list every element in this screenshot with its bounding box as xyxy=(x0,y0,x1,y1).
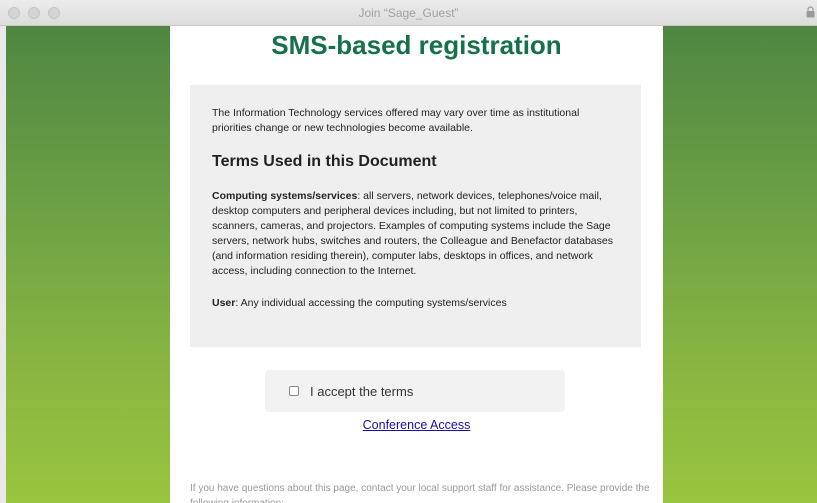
definition-term: Computing systems/services xyxy=(212,190,358,202)
accept-terms-row[interactable]: I accept the terms xyxy=(265,370,565,412)
conference-access-link[interactable]: Conference Access xyxy=(170,418,663,432)
definition-computing-systems: Computing systems/services: all servers,… xyxy=(212,189,619,279)
left-edge xyxy=(0,26,6,503)
footer-help-text: If you have questions about this page, c… xyxy=(190,483,650,503)
page-title: SMS-based registration xyxy=(271,30,562,60)
window-title: Join “Sage_Guest” xyxy=(358,6,459,20)
definition-text: : all servers, network devices, telephon… xyxy=(212,190,613,277)
definition-term: User xyxy=(212,297,236,309)
accept-terms-checkbox[interactable] xyxy=(289,386,299,396)
lock-icon xyxy=(806,6,815,18)
accept-terms-label[interactable]: I accept the terms xyxy=(310,384,413,399)
terms-box: The Information Technology services offe… xyxy=(190,85,641,347)
definition-user: User: Any individual accessing the compu… xyxy=(212,296,619,311)
terms-section-title: Terms Used in this Document xyxy=(212,153,437,170)
definition-text: : Any individual accessing the computing… xyxy=(235,297,507,309)
registration-panel: SMS-based registration The Information T… xyxy=(170,26,663,503)
terms-intro: The Information Technology services offe… xyxy=(212,107,580,134)
window-titlebar: Join “Sage_Guest” xyxy=(0,0,817,26)
